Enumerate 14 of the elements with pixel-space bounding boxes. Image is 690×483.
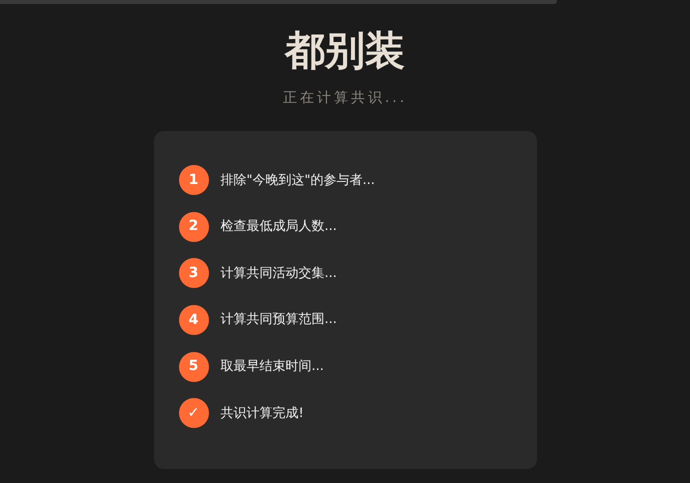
step-label: 检查最低成局人数... xyxy=(220,218,337,236)
step-marker: 1 xyxy=(178,165,208,196)
step-label: 计算共同预算范围... xyxy=(220,311,337,330)
status-text: 正在计算共识... xyxy=(282,89,408,108)
step-marker: ✓ xyxy=(178,398,208,428)
step-label: 共识计算完成! xyxy=(220,404,304,423)
step-marker: 3 xyxy=(178,258,208,288)
step-marker: 5 xyxy=(178,352,208,382)
step-label: 计算共同活动交集... xyxy=(220,264,337,283)
step-marker: 2 xyxy=(178,212,208,242)
step-label: 取最早结束时间... xyxy=(220,358,324,376)
step-label: 排除"今晚到这"的参与者... xyxy=(220,172,375,190)
step-marker: 4 xyxy=(178,305,208,336)
app-title: 都别装 xyxy=(285,31,405,71)
